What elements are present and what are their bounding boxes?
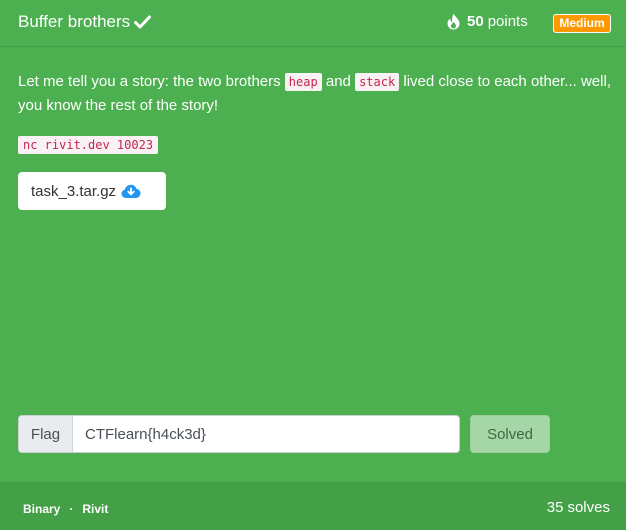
challenge-card: Buffer brothers 50 points Medium Let me … [0,0,626,530]
points-value: 50 [467,13,484,30]
card-footer: Binary · Rivit 35 solves [0,482,626,530]
card-header: Buffer brothers 50 points Medium [0,0,626,47]
challenge-description: Let me tell you a story: the two brother… [18,70,618,118]
file-name: task_3.tar.gz [31,182,117,200]
points-label: points [487,13,528,30]
download-file-button[interactable]: task_3.tar.gz [18,172,166,210]
tag-separator: · [69,502,74,516]
author-tag[interactable]: Rivit [82,502,108,516]
code-heap: heap [284,73,322,91]
challenge-title: Buffer brothers [18,12,152,32]
solved-button[interactable]: Solved [470,415,550,453]
difficulty-badge: Medium [553,14,611,33]
points-display: 50 points [446,13,528,30]
challenge-tags: Binary · Rivit [23,502,108,516]
connection-command: nc rivit.dev 10023 [18,136,159,154]
flag-label: Flag [19,416,73,452]
category-tag[interactable]: Binary [23,502,60,516]
code-stack: stack [355,73,400,91]
check-icon [134,15,152,29]
flag-input-group: Flag [18,415,460,453]
description-text: Let me tell you a story: the two brother… [18,73,285,90]
flag-input[interactable] [73,416,459,452]
description-text: and [321,73,356,90]
solves-count: 35 solves [547,499,610,516]
solves-number: 35 [546,499,564,516]
challenge-title-text: Buffer brothers [18,12,131,31]
cloud-download-icon [121,184,141,199]
fire-icon [446,13,461,30]
solves-label: solves [567,499,610,516]
